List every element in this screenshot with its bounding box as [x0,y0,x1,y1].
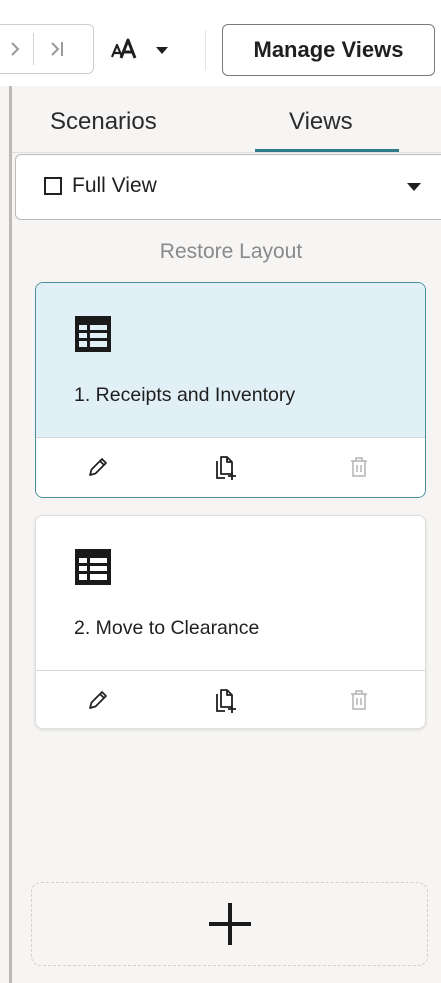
view-card[interactable]: 2. Move to Clearance [35,515,426,729]
view-card[interactable]: 1. Receipts and Inventory [35,282,426,498]
toolbar: Manage Views [0,0,441,86]
table-icon [75,549,111,585]
view-card-title: 2. Move to Clearance [74,617,260,639]
chevron-down-icon [407,183,421,191]
edit-icon[interactable] [83,452,113,482]
view-card-actions [36,670,425,728]
delete-icon[interactable] [344,452,374,482]
pagination-nav [0,24,94,74]
view-card-body[interactable]: 1. Receipts and Inventory [36,283,425,437]
view-card-title: 1. Receipts and Inventory [74,384,296,406]
chevron-right-icon[interactable] [0,33,31,65]
text-size-button[interactable] [106,28,186,72]
left-gutter [0,86,9,983]
delete-icon[interactable] [344,685,374,715]
view-card-body[interactable]: 2. Move to Clearance [36,516,425,670]
view-selector-value: Full View [72,174,157,197]
active-tab-indicator [255,149,399,152]
tab-scenarios[interactable]: Scenarios [50,108,157,138]
nav-divider [33,33,34,65]
chevron-last-icon[interactable] [41,33,73,65]
views-panel: Scenarios Views Full View Restore Layout… [12,86,441,983]
plus-icon [208,903,251,945]
add-view-button[interactable] [31,882,428,966]
text-size-icon [110,38,168,59]
edit-icon[interactable] [83,685,113,715]
tab-views[interactable]: Views [289,108,353,138]
view-card-actions [36,437,425,497]
duplicate-icon[interactable] [212,452,242,482]
table-icon [75,316,111,352]
tabs-divider [12,152,441,153]
view-selector[interactable]: Full View [15,154,441,220]
full-view-checkbox[interactable] [44,177,62,195]
toolbar-separator [205,30,206,70]
duplicate-icon[interactable] [212,685,242,715]
restore-layout-link[interactable]: Restore Layout [12,240,441,264]
manage-views-button[interactable]: Manage Views [222,24,435,76]
